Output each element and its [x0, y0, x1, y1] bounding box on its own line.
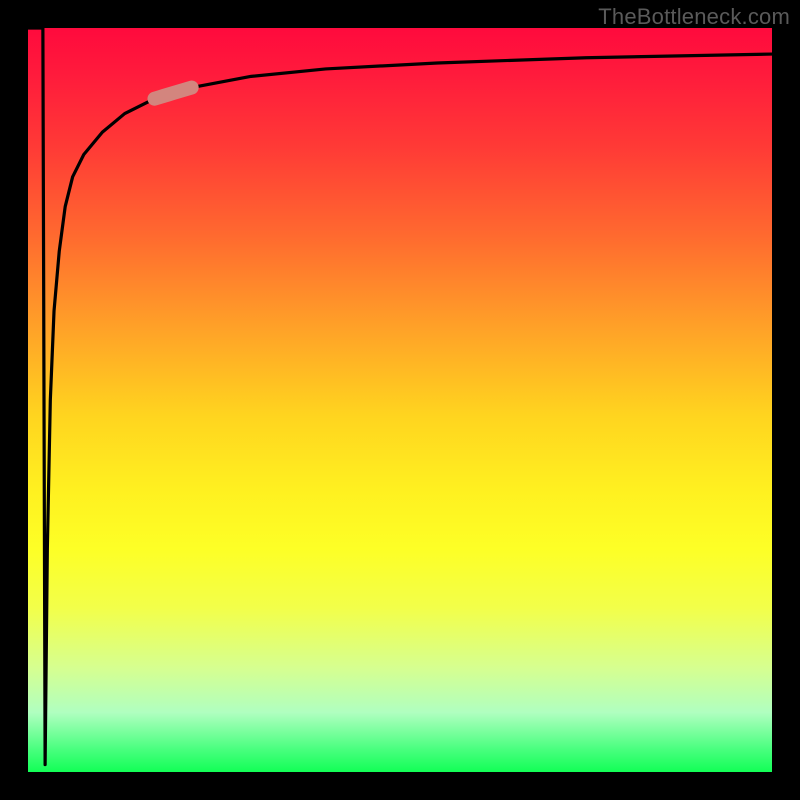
plot-area: [28, 28, 772, 772]
chart-frame: TheBottleneck.com: [0, 0, 800, 800]
watermark: TheBottleneck.com: [598, 4, 790, 30]
